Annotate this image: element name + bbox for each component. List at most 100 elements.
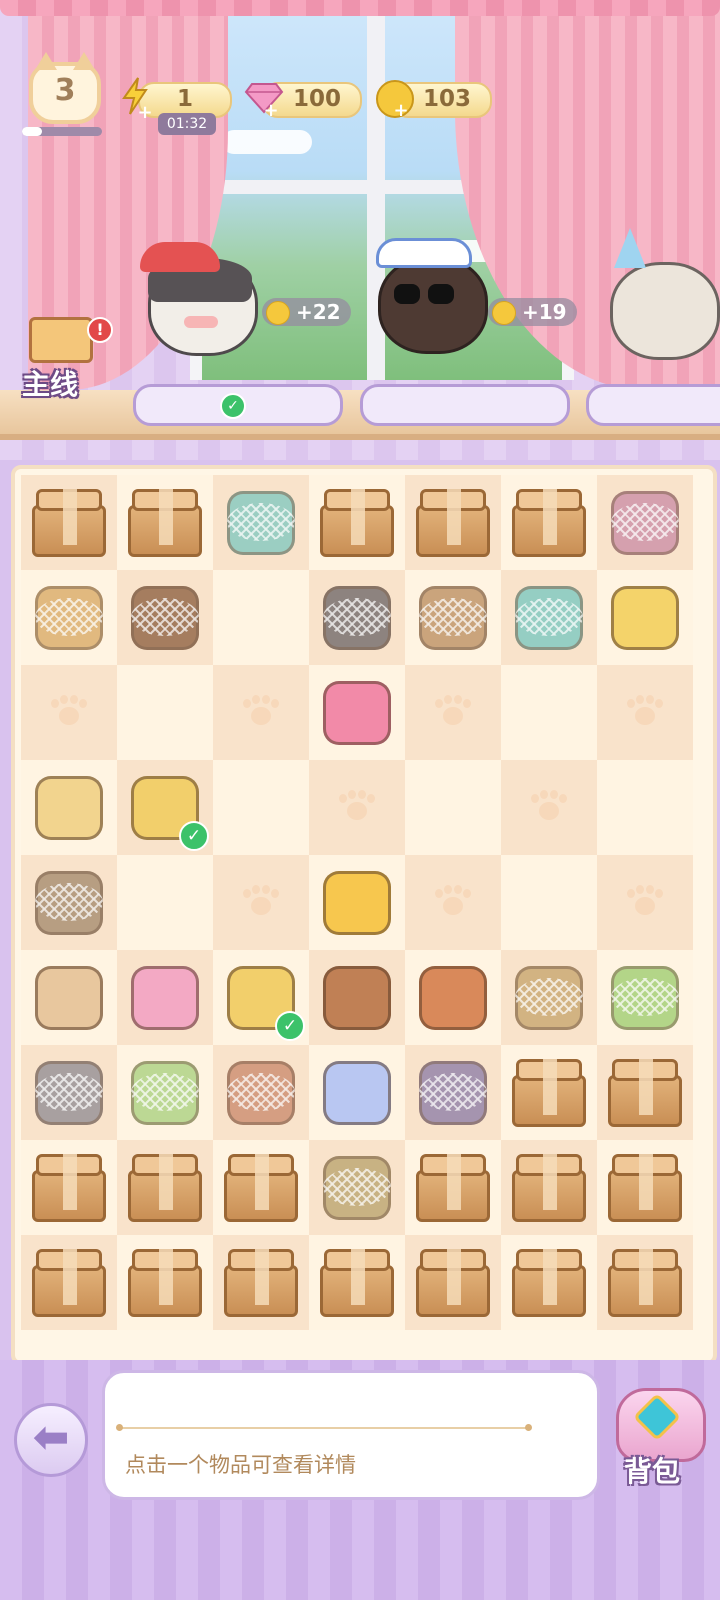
board-cell[interactable] — [21, 1140, 117, 1235]
board-cell[interactable] — [405, 665, 501, 760]
paw-print-icon — [531, 790, 567, 822]
fruit-tart-icon — [127, 1055, 203, 1131]
board-cell[interactable] — [117, 665, 213, 760]
board-cell[interactable]: ✓ — [213, 950, 309, 1045]
customer-party-cat[interactable] — [600, 228, 720, 378]
player-level: 3 — [54, 73, 76, 108]
board-cell[interactable] — [309, 855, 405, 950]
cardboard-box-icon — [320, 1247, 394, 1317]
board-cell[interactable] — [309, 475, 405, 570]
board-cell[interactable] — [213, 760, 309, 855]
item-info-hint: 点击一个物品可查看详情 — [125, 1453, 356, 1477]
main-quest-button[interactable]: ! 主线 — [17, 313, 113, 401]
board-cell[interactable] — [213, 475, 309, 570]
board-cell[interactable] — [597, 475, 693, 570]
board-cell[interactable] — [501, 665, 597, 760]
bowl-icon — [127, 580, 203, 656]
board-cell[interactable] — [117, 1235, 213, 1330]
order-slot-2[interactable] — [360, 384, 570, 426]
round-bed-icon — [319, 1150, 395, 1226]
cardboard-box-icon — [608, 1057, 682, 1127]
coffee-maker-icon — [415, 960, 491, 1036]
order-slot-3[interactable] — [586, 384, 720, 426]
order-complete-check-icon: ✓ — [220, 393, 246, 419]
check-icon: ✓ — [179, 821, 209, 851]
board-cell[interactable] — [597, 855, 693, 950]
board-cell[interactable] — [405, 475, 501, 570]
board-cell[interactable] — [117, 475, 213, 570]
board-cell[interactable] — [21, 1235, 117, 1330]
order-slot-1[interactable]: ✓ — [133, 384, 343, 426]
board-cell[interactable] — [405, 1045, 501, 1140]
board-cell[interactable] — [117, 1140, 213, 1235]
customer-maid-cat[interactable] — [370, 232, 490, 372]
board-cell[interactable] — [597, 1045, 693, 1140]
board-cell[interactable] — [21, 855, 117, 950]
pink-pillow-icon — [319, 675, 395, 751]
add-coin-button[interactable]: + — [392, 102, 410, 120]
board-cell[interactable] — [213, 665, 309, 760]
board-cell[interactable] — [309, 950, 405, 1045]
board-cell[interactable] — [21, 950, 117, 1045]
cardboard-box-icon — [608, 1247, 682, 1317]
board-cell[interactable] — [405, 760, 501, 855]
cardboard-box-icon — [128, 1152, 202, 1222]
customer-pirate-cat[interactable] — [140, 236, 260, 376]
board-cell[interactable] — [21, 665, 117, 760]
board-cell[interactable] — [21, 475, 117, 570]
customer-2-reward: +19 — [488, 298, 577, 326]
board-cell[interactable] — [597, 665, 693, 760]
board-cell[interactable] — [213, 570, 309, 665]
board-cell[interactable] — [21, 1045, 117, 1140]
backpack-button[interactable]: 背包 — [610, 1380, 710, 1490]
player-level-badge[interactable]: 3 — [29, 52, 101, 124]
cardboard-box-icon — [416, 487, 490, 557]
board-cell[interactable] — [405, 570, 501, 665]
board-cell[interactable] — [501, 1140, 597, 1235]
board-cell[interactable] — [501, 1045, 597, 1140]
board-cell[interactable] — [309, 760, 405, 855]
cardboard-box-icon — [224, 1247, 298, 1317]
board-cell[interactable] — [597, 760, 693, 855]
clothes-rack-icon — [607, 485, 683, 561]
board-cell[interactable] — [597, 1235, 693, 1330]
board-cell[interactable] — [117, 855, 213, 950]
board-cell[interactable] — [597, 1140, 693, 1235]
board-cell[interactable] — [21, 570, 117, 665]
board-cell[interactable] — [309, 1140, 405, 1235]
add-gem-button[interactable]: + — [262, 102, 280, 120]
board-cell[interactable] — [405, 950, 501, 1045]
board-cell[interactable] — [213, 855, 309, 950]
board-cell[interactable] — [405, 1235, 501, 1330]
board-cell[interactable] — [501, 475, 597, 570]
board-cell[interactable] — [117, 950, 213, 1045]
level-progress-bar — [22, 127, 102, 136]
board-cell[interactable] — [309, 665, 405, 760]
toaster-icon — [223, 1055, 299, 1131]
board-cell[interactable] — [405, 1140, 501, 1235]
back-button[interactable]: ⬅ — [14, 1403, 88, 1477]
board-cell[interactable] — [501, 760, 597, 855]
energy-timer: 01:32 — [158, 113, 216, 135]
board-cell[interactable] — [501, 570, 597, 665]
add-energy-button[interactable]: + — [136, 104, 154, 122]
board-cell[interactable] — [597, 950, 693, 1045]
board-cell[interactable] — [117, 1045, 213, 1140]
board-cell[interactable] — [501, 950, 597, 1045]
board-cell[interactable] — [213, 1140, 309, 1235]
cardboard-box-icon — [128, 487, 202, 557]
board-cell[interactable] — [21, 760, 117, 855]
board-cell[interactable] — [117, 570, 213, 665]
board-cell[interactable]: ✓ — [117, 760, 213, 855]
board-cell[interactable] — [213, 1045, 309, 1140]
board-cell[interactable] — [501, 855, 597, 950]
board-cell[interactable] — [309, 1235, 405, 1330]
board-cell[interactable] — [309, 570, 405, 665]
board-cell[interactable] — [501, 1235, 597, 1330]
board-cell[interactable] — [309, 1045, 405, 1140]
board-cell[interactable] — [405, 855, 501, 950]
board-cell[interactable] — [213, 1235, 309, 1330]
quest-alert-badge: ! — [87, 317, 113, 343]
main-quest-label: 主线 — [22, 368, 79, 401]
board-cell[interactable] — [597, 570, 693, 665]
